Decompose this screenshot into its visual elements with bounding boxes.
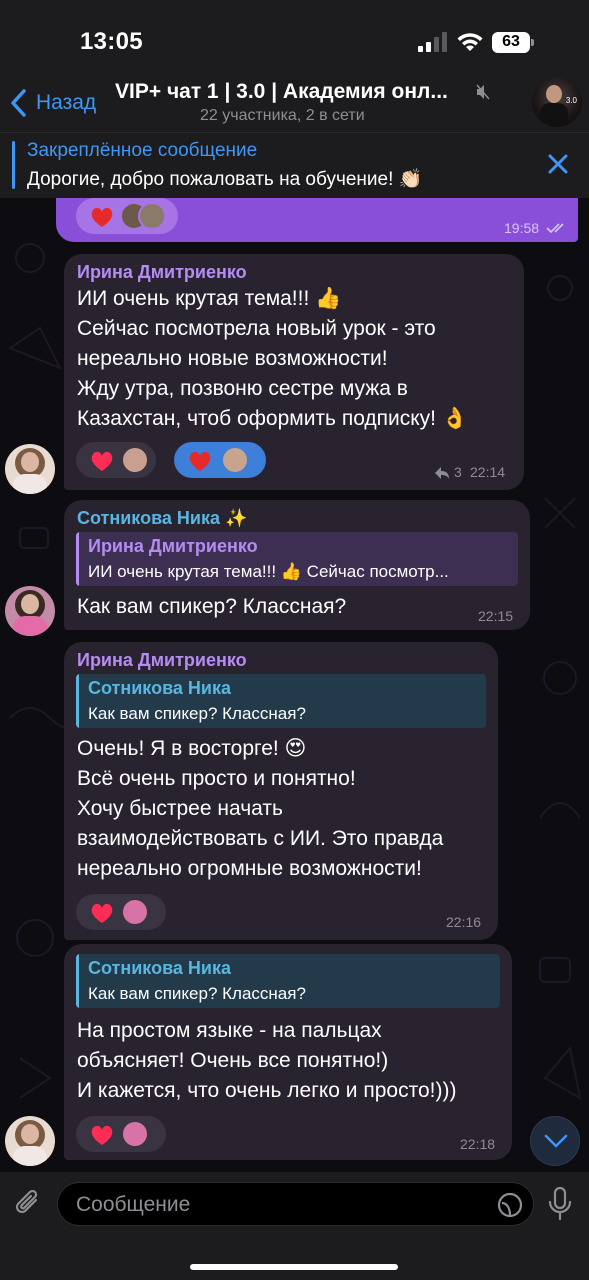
wifi-icon [457, 33, 483, 51]
sticker-icon[interactable] [496, 1191, 524, 1219]
reply-preview[interactable]: Сотникова Ника Как вам спикер? Классная? [76, 954, 500, 1008]
reply-text: ИИ очень крутая тема!!! 👍 Сейчас посмотр… [88, 562, 449, 581]
back-label: Назад [36, 91, 97, 114]
scroll-to-bottom-button[interactable] [530, 1116, 580, 1166]
user-avatar[interactable] [5, 444, 55, 494]
reply-sender: Сотникова Ника [88, 958, 231, 978]
reply-preview[interactable]: Ирина Дмитриенко ИИ очень крутая тема!!!… [76, 532, 518, 586]
heart-fire-icon [189, 451, 211, 471]
pinned-text: Дорогие, добро пожаловать на обучение! 👏… [27, 169, 423, 190]
reply-text: Как вам спикер? Классная? [88, 984, 306, 1003]
attach-icon[interactable] [12, 1186, 44, 1222]
message-time: 22:16 [446, 914, 482, 930]
message-line: Сейчас посмотрела новый урок - это [77, 317, 436, 340]
pinned-message[interactable]: Закреплённое сообщение Дорогие, добро по… [0, 132, 589, 198]
reactor-avatar [121, 898, 149, 926]
sender-name[interactable]: Ирина Дмитриенко [77, 262, 247, 283]
reply-count[interactable]: 3 [454, 464, 462, 480]
heart-icon [91, 903, 113, 923]
message-line: Хочу быстрее начать [77, 797, 283, 820]
message-line: Всё очень просто и понятно! [77, 767, 356, 790]
double-check-icon [546, 223, 564, 234]
sender-name[interactable]: Ирина Дмитриенко [77, 650, 247, 671]
status-bar: 13:05 63 [0, 0, 589, 72]
incoming-message[interactable]: Сотникова Ника Как вам спикер? Классная?… [64, 944, 512, 1160]
message-time: 22:18 [460, 1136, 496, 1152]
reply-preview[interactable]: Сотникова Ника Как вам спикер? Классная? [76, 674, 486, 728]
message-line: взаимодействовать с ИИ. Это правда [77, 827, 444, 850]
close-icon[interactable] [544, 150, 572, 178]
reply-sender: Ирина Дмитриенко [88, 536, 258, 556]
status-time: 13:05 [80, 28, 143, 55]
battery-level: 63 [502, 33, 520, 50]
message-list[interactable]: 19:58 Ирина Дмитриенко ИИ очень крутая т… [0, 198, 589, 1172]
incoming-message[interactable]: Ирина Дмитриенко ИИ очень крутая тема!!!… [64, 254, 524, 490]
heart-icon [91, 451, 113, 471]
chat-avatar[interactable]: 3.0 [532, 77, 582, 127]
chat-avatar-label: 3.0 [565, 96, 577, 105]
sender-name[interactable]: Сотникова Ника ✨ [77, 508, 247, 529]
message-line: И кажется, что очень легко и просто!))) [77, 1079, 457, 1102]
home-indicator [190, 1264, 398, 1270]
chat-header: Назад VIP+ чат 1 | 3.0 | Академия онл...… [0, 72, 589, 132]
incoming-message[interactable]: Сотникова Ника ✨ Ирина Дмитриенко ИИ оче… [64, 500, 530, 630]
message-line: объясняет! Очень все понятно!) [77, 1049, 389, 1072]
message-line: Как вам спикер? Классная? [77, 595, 347, 618]
message-line: нереально огромные возможности! [77, 857, 422, 880]
message-time: 22:15 [478, 608, 514, 624]
message-placeholder: Сообщение [76, 1193, 191, 1216]
pinned-indicator [12, 141, 15, 189]
reply-text: Как вам спикер? Классная? [88, 704, 306, 723]
message-input[interactable]: Сообщение [57, 1182, 534, 1226]
chevron-left-icon [11, 89, 26, 117]
reply-arrow-icon [435, 467, 449, 479]
chevron-down-icon [544, 1134, 568, 1148]
reaction-chip[interactable] [76, 198, 178, 234]
outgoing-message[interactable]: 19:58 [56, 198, 578, 242]
reactor-avatar [221, 446, 249, 474]
reactor-avatar [121, 1120, 149, 1148]
message-time: 19:58 [504, 220, 540, 236]
cellular-signal-icon [418, 32, 447, 52]
heart-fire-icon [91, 207, 113, 227]
reactor-avatar [121, 446, 149, 474]
message-line: Жду утра, позвоню сестре мужа в [77, 377, 408, 400]
reaction-chip[interactable] [76, 1116, 166, 1152]
user-avatar[interactable] [5, 1116, 55, 1166]
heart-icon [91, 1125, 113, 1145]
reaction-chip-selected[interactable] [174, 442, 266, 478]
reaction-chip[interactable] [76, 894, 166, 930]
message-line: нереально новые возможности! [77, 347, 388, 370]
chat-title[interactable]: VIP+ чат 1 | 3.0 | Академия онл... [115, 80, 448, 104]
reaction-chip[interactable] [76, 442, 156, 478]
reactor-avatar [138, 202, 166, 230]
message-line: Казахстан, чтоб оформить подписку! 👌 [77, 407, 469, 430]
pinned-title: Закреплённое сообщение [27, 140, 258, 161]
microphone-icon[interactable] [548, 1186, 572, 1222]
message-line: Очень! Я в восторге! 😍 [77, 737, 307, 760]
user-avatar[interactable] [5, 586, 55, 636]
incoming-message[interactable]: Ирина Дмитриенко Сотникова Ника Как вам … [64, 642, 498, 940]
message-line: На простом языке - на пальцах [77, 1019, 382, 1042]
chat-subtitle: 22 участника, 2 в сети [200, 107, 365, 124]
back-button[interactable]: Назад [8, 88, 96, 118]
message-line: ИИ очень крутая тема!!! 👍 [77, 287, 342, 310]
battery-indicator: 63 [492, 32, 534, 53]
message-time: 22:14 [470, 464, 506, 480]
reply-sender: Сотникова Ника [88, 678, 231, 698]
muted-icon [476, 84, 490, 100]
